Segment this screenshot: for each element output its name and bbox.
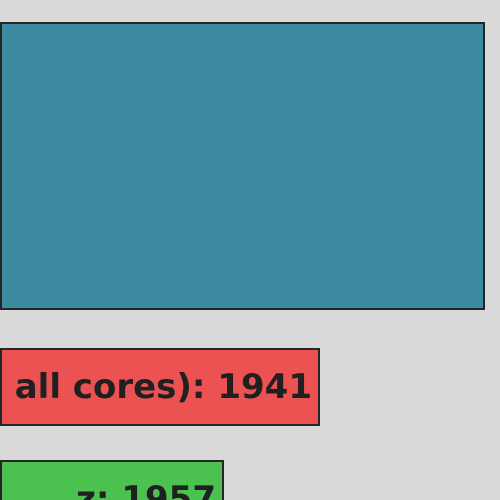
bar-z-label: z: 1957: [76, 479, 216, 500]
bar-all-cores: all cores): 1941: [0, 348, 320, 426]
chart-panel: all cores): 1941 z: 1957: [0, 0, 500, 500]
bar-z: z: 1957: [0, 460, 224, 500]
bar-top-edge: [480, 24, 483, 308]
bar-all-cores-label: all cores): 1941: [15, 367, 312, 407]
bar-top: [0, 22, 485, 310]
